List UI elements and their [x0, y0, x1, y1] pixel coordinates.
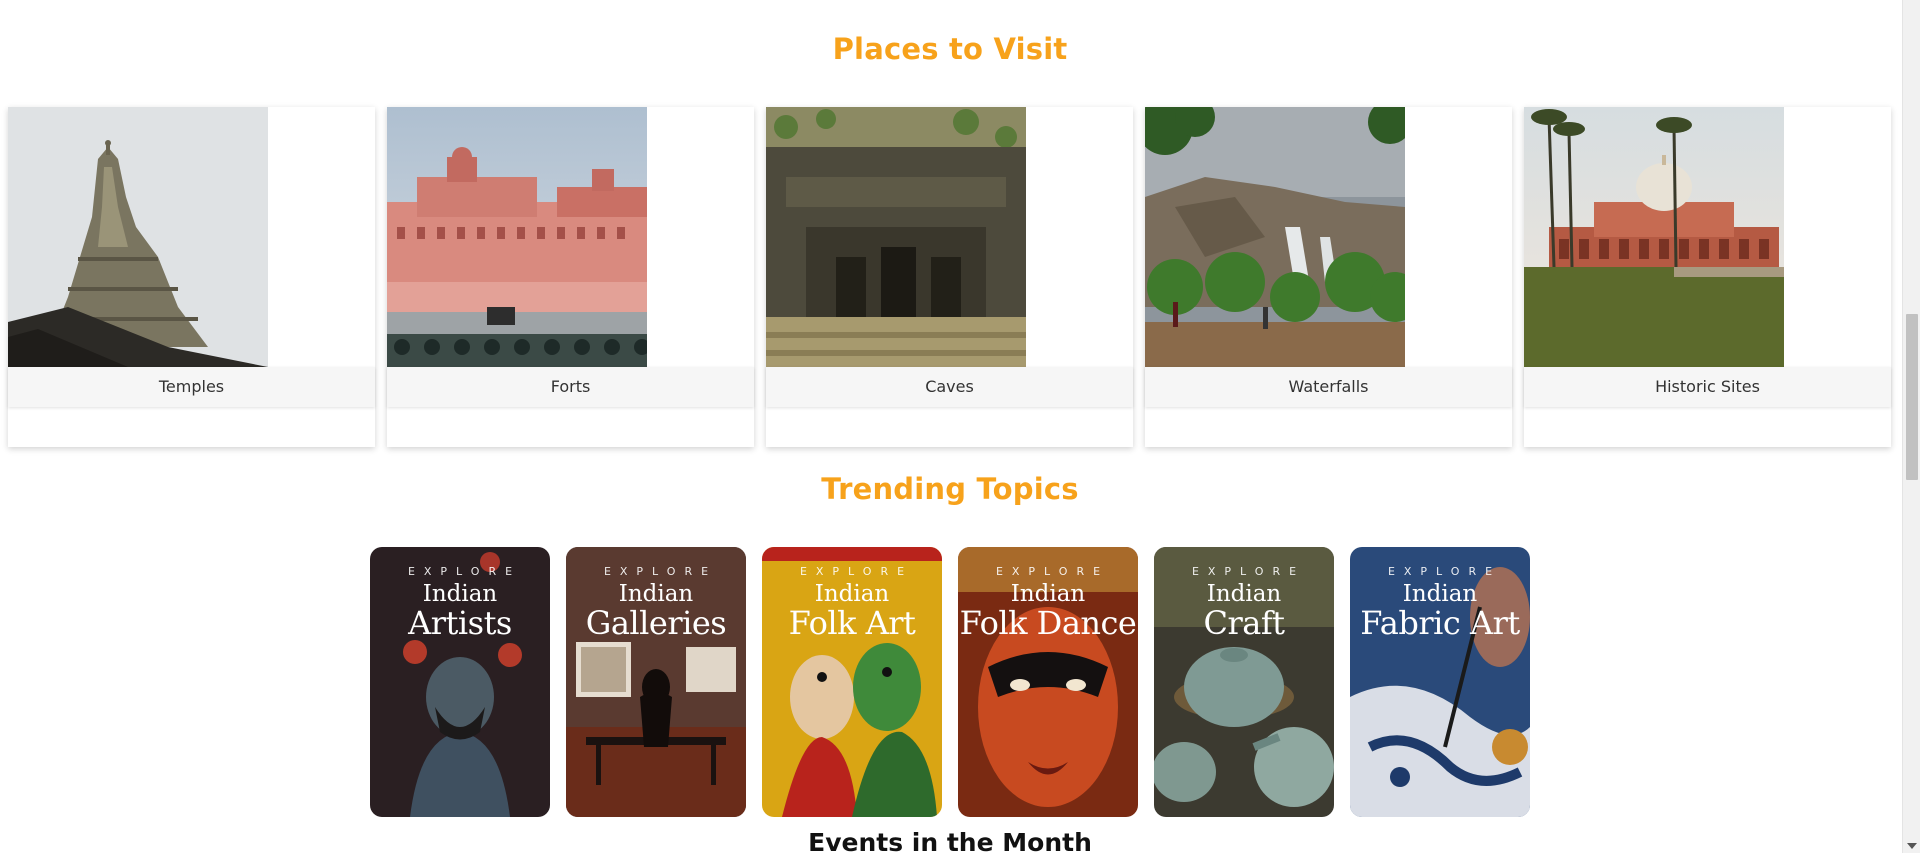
topic-line1: Indian — [1206, 581, 1282, 607]
page: Places to Visit Temples Forts Caves Wate… — [0, 0, 1902, 853]
place-label: Waterfalls — [1145, 367, 1512, 407]
scrollbar-thumb[interactable] — [1906, 314, 1918, 480]
place-label: Caves — [766, 367, 1133, 407]
place-card-temples[interactable]: Temples — [8, 107, 375, 447]
trending-section-title: Trending Topics — [821, 472, 1079, 506]
topic-line1: Indian — [422, 581, 498, 607]
topic-line1: Indian — [618, 581, 694, 607]
trending-topics-list: EXPLORE Indian Artists EXPLORE Indian Ga… — [370, 547, 1530, 817]
topic-line2: Artists — [408, 604, 512, 642]
topic-card-indian-folk-dance[interactable]: EXPLORE Indian Folk Dance — [958, 547, 1138, 817]
topic-line2: Folk Dance — [959, 604, 1137, 642]
fort-image — [387, 107, 647, 367]
historic-site-image — [1524, 107, 1784, 367]
place-label: Forts — [387, 367, 754, 407]
topic-line2: Galleries — [585, 604, 727, 642]
topic-card-indian-craft[interactable]: EXPLORE Indian Craft — [1154, 547, 1334, 817]
topic-card-indian-fabric-art[interactable]: EXPLORE Indian Fabric Art — [1350, 547, 1530, 817]
topic-explore-label: EXPLORE — [995, 565, 1110, 578]
topic-card-indian-folk-art[interactable]: EXPLORE Indian Folk Art — [762, 547, 942, 817]
topic-line2: Folk Art — [788, 604, 916, 642]
topic-explore-label: EXPLORE — [407, 565, 522, 578]
places-list: Temples Forts Caves Waterfalls Historic … — [8, 107, 1892, 447]
topic-line2: Craft — [1203, 604, 1285, 642]
place-card-forts[interactable]: Forts — [387, 107, 754, 447]
topic-line1: Indian — [814, 581, 890, 607]
topic-explore-label: EXPLORE — [1387, 565, 1502, 578]
topic-explore-label: EXPLORE — [1191, 565, 1306, 578]
topic-explore-label: EXPLORE — [603, 565, 718, 578]
topic-card-indian-galleries[interactable]: EXPLORE Indian Galleries — [566, 547, 746, 817]
topic-explore-label: EXPLORE — [799, 565, 914, 578]
waterfall-image — [1145, 107, 1405, 367]
vertical-scrollbar[interactable] — [1902, 0, 1920, 853]
cave-image — [766, 107, 1026, 367]
scroll-down-arrow-icon[interactable] — [1907, 843, 1917, 849]
topic-line2: Fabric Art — [1360, 604, 1520, 642]
events-section-title: Events in the Month — [808, 828, 1092, 853]
temple-image — [8, 107, 268, 367]
place-card-waterfalls[interactable]: Waterfalls — [1145, 107, 1512, 447]
place-card-caves[interactable]: Caves — [766, 107, 1133, 447]
place-label: Historic Sites — [1524, 367, 1891, 407]
topic-line1: Indian — [1010, 581, 1086, 607]
topic-line1: Indian — [1402, 581, 1478, 607]
places-section-title: Places to Visit — [832, 32, 1068, 66]
place-card-historic-sites[interactable]: Historic Sites — [1524, 107, 1891, 447]
place-label: Temples — [8, 367, 375, 407]
topic-card-indian-artists[interactable]: EXPLORE Indian Artists — [370, 547, 550, 817]
